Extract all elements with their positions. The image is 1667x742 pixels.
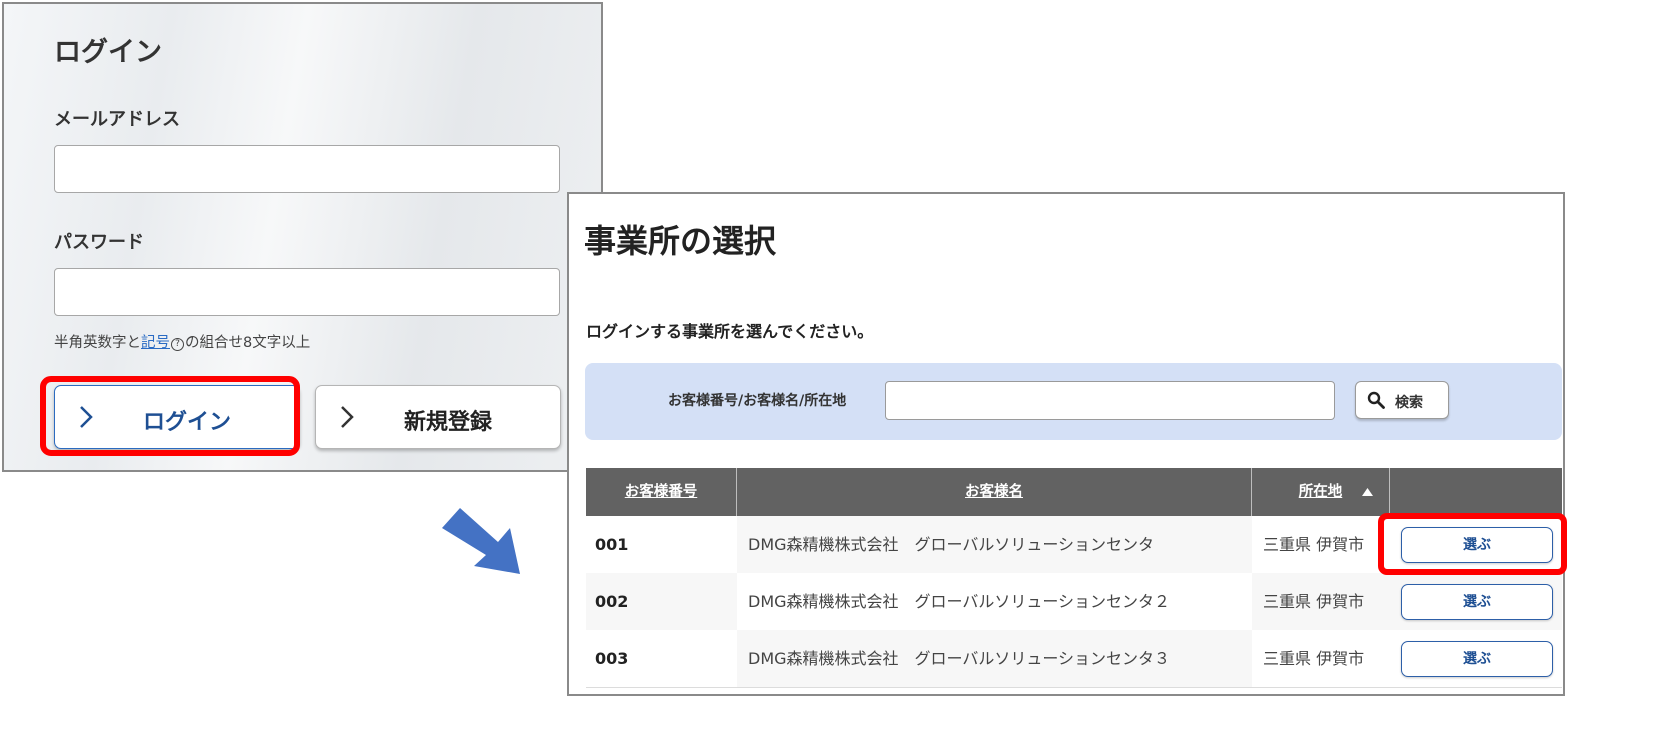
password-hint-suffix: の組合せ8文字以上 [185, 335, 311, 351]
table-row: 003 DMG森精機株式会社 グローバルソリューションセンタ３ 三重県 伊賀市 … [586, 630, 1562, 688]
customer-name: DMG森精機株式会社 グローバルソリューションセンタ３ [748, 649, 1171, 668]
highlight-login-button [40, 376, 300, 456]
page-title: 事業所の選択 [584, 222, 777, 260]
customer-number: 002 [595, 592, 629, 611]
column-header-name[interactable]: お客様名 [737, 468, 1373, 516]
customer-name: DMG森精機株式会社 グローバルソリューションセンタ [748, 535, 1155, 554]
column-header-name-label: お客様名 [965, 484, 1023, 500]
search-input[interactable] [885, 381, 1335, 420]
select-button[interactable]: 選ぶ [1401, 641, 1553, 677]
highlight-select-button [1378, 513, 1567, 575]
password-field[interactable] [54, 268, 560, 316]
login-title: ログイン [54, 37, 162, 68]
customer-number: 001 [595, 535, 629, 554]
column-header-action [1390, 468, 1562, 516]
page-description: ログインする事業所を選んでください。 [586, 322, 874, 341]
email-label: メールアドレス [54, 109, 180, 130]
flow-arrow-icon [442, 508, 520, 574]
table-row: 002 DMG森精機株式会社 グローバルソリューションセンタ２ 三重県 伊賀市 … [586, 573, 1562, 631]
table-header: お客様番号 お客様名 所在地 [586, 468, 1562, 516]
password-hint: 半角英数字と記号? の組合せ8文字以上 [54, 331, 310, 352]
password-label: パスワード [54, 232, 144, 253]
help-icon[interactable]: ? [171, 338, 184, 351]
customer-number: 003 [595, 649, 629, 668]
customer-name: DMG森精機株式会社 グローバルソリューションセンタ２ [748, 592, 1171, 611]
customer-location: 三重県 伊賀市 [1263, 649, 1365, 668]
search-button[interactable]: 検索 [1355, 381, 1449, 419]
customer-location: 三重県 伊賀市 [1263, 592, 1365, 611]
select-button[interactable]: 選ぶ [1401, 584, 1553, 620]
column-header-number[interactable]: お客様番号 [586, 468, 737, 516]
column-header-location[interactable]: 所在地 [1252, 468, 1390, 516]
search-icon [1367, 391, 1385, 409]
register-button-label: 新規登録 [403, 410, 492, 435]
email-field[interactable] [54, 145, 560, 193]
search-button-label: 検索 [1395, 395, 1423, 411]
register-button[interactable]: 新規登録 [315, 385, 561, 449]
symbols-link[interactable]: 記号 [141, 335, 170, 351]
search-label: お客様番号/お客様名/所在地 [668, 393, 847, 409]
customer-location: 三重県 伊賀市 [1263, 535, 1365, 554]
password-hint-prefix: 半角英数字と [54, 335, 141, 351]
